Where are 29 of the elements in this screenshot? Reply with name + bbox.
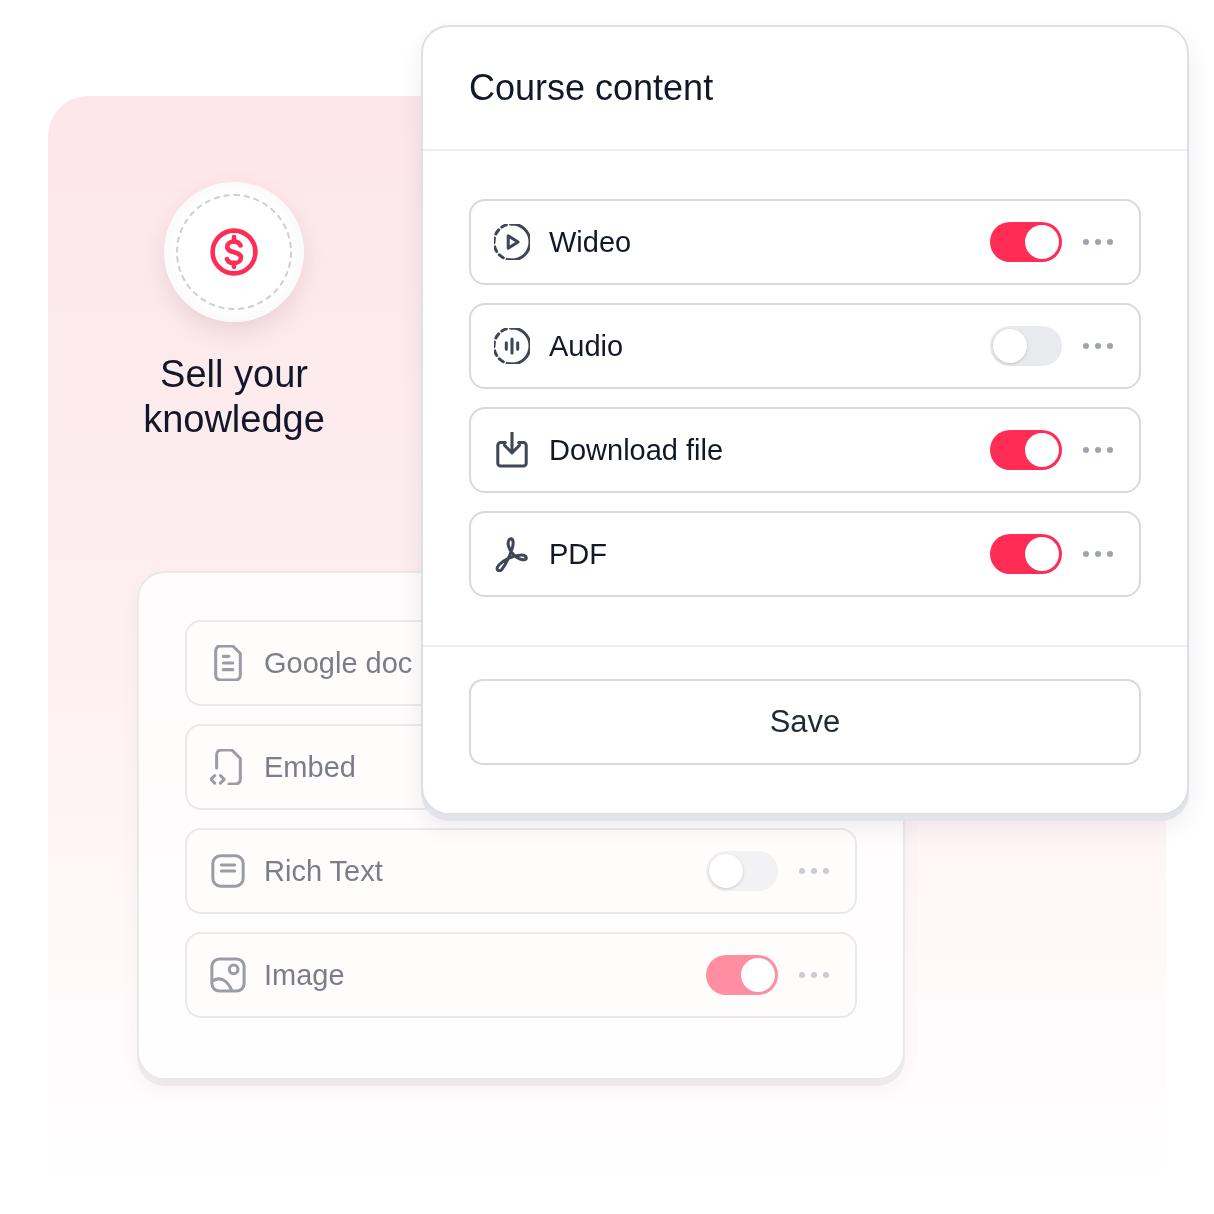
item-label: PDF (549, 537, 607, 571)
more-options-icon[interactable] (1083, 551, 1113, 557)
pdf-icon (494, 536, 530, 572)
more-options-icon[interactable] (799, 972, 829, 978)
panel-title: Course content (469, 67, 714, 109)
item-label: Rich Text (264, 854, 383, 888)
hero-title: Sell your knowledge (142, 352, 326, 442)
toggle-switch[interactable] (990, 222, 1062, 262)
more-options-icon[interactable] (1083, 239, 1113, 245)
item-label: Audio (549, 329, 624, 363)
toggle-switch[interactable] (706, 851, 778, 891)
more-options-icon[interactable] (799, 868, 829, 874)
audio-wave-icon (494, 328, 530, 364)
item-label: Embed (264, 750, 356, 784)
text-block-icon (210, 853, 246, 889)
toggle-switch[interactable] (990, 430, 1062, 470)
save-button[interactable]: Save (469, 679, 1141, 765)
play-circle-icon (494, 224, 530, 260)
item-label: Google doc (264, 646, 413, 680)
toggle-switch[interactable] (990, 326, 1062, 366)
more-options-icon[interactable] (1083, 447, 1113, 453)
toggle-switch[interactable] (990, 534, 1062, 574)
toggle-switch[interactable] (706, 955, 778, 995)
item-label: Wideo (549, 225, 632, 259)
item-label: Download file (549, 433, 724, 467)
item-label: Image (264, 958, 345, 992)
download-tray-icon (494, 432, 530, 468)
image-icon (210, 957, 246, 993)
more-options-icon[interactable] (1083, 343, 1113, 349)
